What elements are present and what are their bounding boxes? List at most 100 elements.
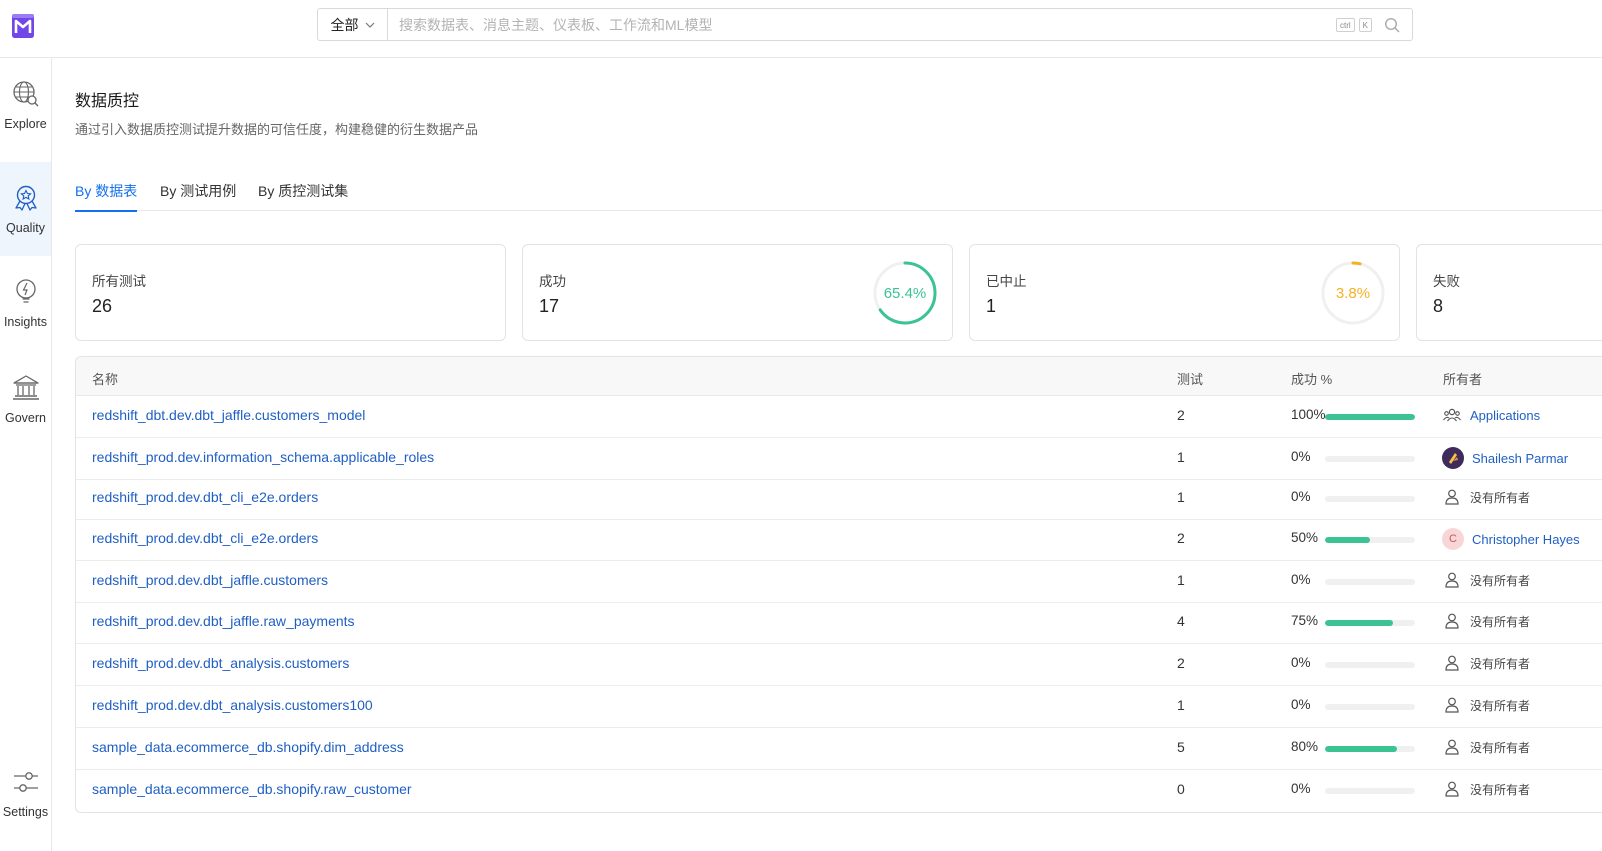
top-header: 全部 ctrl K	[0, 0, 1602, 58]
tests-count: 1	[1177, 572, 1185, 588]
tests-count: 5	[1177, 739, 1185, 755]
column-header-name[interactable]: 名称	[92, 369, 118, 388]
table-name-link[interactable]: redshift_prod.dev.dbt_analysis.customers…	[92, 697, 373, 713]
table-row: redshift_prod.dev.dbt_cli_e2e.orders 1 0…	[76, 478, 1602, 520]
success-percent: 100%	[1291, 407, 1326, 422]
success-percent: 0%	[1291, 449, 1311, 464]
aborted-progress-ring: 3.8%	[1321, 261, 1385, 325]
table-name-link[interactable]: redshift_prod.dev.dbt_analysis.customers	[92, 655, 349, 671]
page-title: 数据质控	[75, 93, 140, 110]
sidebar-item-settings[interactable]: Settings	[0, 746, 51, 840]
owner-name[interactable]: Applications	[1470, 408, 1540, 423]
owner-cell: Applications	[1442, 405, 1540, 425]
owner-name: 没有所有者	[1470, 614, 1531, 629]
table-row: sample_data.ecommerce_db.shopify.raw_cus…	[76, 770, 1602, 812]
card-aborted-value: 1	[986, 296, 997, 316]
success-progress-bar	[1325, 537, 1415, 543]
tables-quality-table: 名称 测试 成功 % 所有者 redshift_dbt.dev.dbt_jaff…	[75, 356, 1602, 813]
table-name-link[interactable]: redshift_prod.dev.dbt_cli_e2e.orders	[92, 530, 318, 546]
table-row: redshift_prod.dev.dbt_cli_e2e.orders 2 5…	[76, 519, 1602, 561]
card-failed: 失败 8	[1416, 244, 1602, 341]
insights-bulb-icon	[15, 279, 36, 303]
sidebar-label-settings: Settings	[2, 805, 49, 819]
owner-cell: 没有所有者	[1442, 737, 1530, 757]
team-icon	[1442, 405, 1462, 425]
shortcut-k-key: K	[1358, 18, 1372, 32]
tests-count: 1	[1177, 489, 1185, 505]
owner-name: 没有所有者	[1470, 782, 1531, 797]
page-description: 通过引入数据质控测试提升数据的可信任度，构建稳健的衍生数据产品	[75, 122, 479, 137]
app-logo-icon[interactable]	[9, 11, 37, 41]
table-name-link[interactable]: sample_data.ecommerce_db.shopify.raw_cus…	[92, 781, 412, 797]
card-all-tests-value: 26	[92, 296, 113, 316]
owner-cell: 没有所有者	[1442, 653, 1530, 673]
owner-avatar: C	[1442, 528, 1464, 550]
user-icon	[1442, 779, 1462, 799]
table-name-link[interactable]: sample_data.ecommerce_db.shopify.dim_add…	[92, 739, 404, 755]
table-row: redshift_prod.dev.dbt_analysis.customers…	[76, 644, 1602, 686]
owner-name[interactable]: Christopher Hayes	[1472, 532, 1580, 547]
search-icon[interactable]	[1384, 17, 1400, 33]
success-percent: 0%	[1291, 781, 1311, 796]
tests-count: 2	[1177, 655, 1185, 671]
owner-cell: 没有所有者	[1442, 611, 1530, 631]
table-name-link[interactable]: redshift_prod.dev.dbt_jaffle.raw_payment…	[92, 613, 355, 629]
success-progress-bar	[1325, 496, 1415, 502]
main-content: 数据质控 通过引入数据质控测试提升数据的可信任度，构建稳健的衍生数据产品 By …	[52, 58, 1602, 851]
user-icon	[1442, 695, 1462, 715]
tab-by-table[interactable]: By 数据表	[75, 181, 138, 212]
card-success-label: 成功	[539, 274, 566, 289]
card-all-tests-label: 所有测试	[92, 274, 146, 289]
owner-name: 没有所有者	[1470, 573, 1531, 588]
owner-name: 没有所有者	[1470, 490, 1531, 505]
owner-name: 没有所有者	[1470, 656, 1531, 671]
tests-count: 4	[1177, 613, 1185, 629]
sidebar-label-govern: Govern	[5, 411, 46, 425]
card-success-value: 17	[539, 296, 560, 316]
explore-globe-icon	[12, 81, 38, 107]
card-aborted: 已中止 1 3.8%	[969, 244, 1400, 341]
sidebar-item-govern[interactable]: Govern	[0, 352, 51, 446]
success-progress-bar	[1325, 456, 1415, 462]
column-header-owner[interactable]: 所有者	[1443, 369, 1482, 388]
table-row: redshift_prod.dev.dbt_jaffle.raw_payment…	[76, 602, 1602, 644]
success-ring-text: 65.4%	[884, 285, 927, 302]
column-header-tests[interactable]: 测试	[1177, 369, 1203, 388]
table-name-link[interactable]: redshift_prod.dev.dbt_jaffle.customers	[92, 572, 328, 588]
table-header: 名称 测试 成功 % 所有者	[76, 357, 1602, 396]
table-name-link[interactable]: redshift_prod.dev.information_schema.app…	[92, 449, 434, 465]
card-failed-value: 8	[1433, 296, 1444, 316]
success-progress-bar	[1325, 788, 1415, 794]
owner-cell: 没有所有者	[1442, 570, 1530, 590]
table-name-link[interactable]: redshift_dbt.dev.dbt_jaffle.customers_mo…	[92, 407, 365, 423]
table-row: redshift_prod.dev.dbt_jaffle.customers 1…	[76, 561, 1602, 603]
table-row: sample_data.ecommerce_db.shopify.dim_add…	[76, 728, 1602, 770]
chevron-down-icon	[365, 22, 374, 28]
tests-count: 2	[1177, 407, 1185, 423]
sidebar-item-quality[interactable]: Quality	[0, 162, 51, 256]
sidebar-item-explore[interactable]: Explore	[0, 58, 51, 152]
table-name-link[interactable]: redshift_prod.dev.dbt_cli_e2e.orders	[92, 489, 318, 505]
success-progress-fill	[1325, 414, 1415, 420]
search-input[interactable]	[388, 9, 1336, 40]
owner-avatar	[1442, 447, 1464, 469]
user-icon	[1442, 737, 1462, 757]
success-progress-fill	[1325, 746, 1397, 752]
tab-by-test-suite[interactable]: By 质控测试集	[258, 181, 348, 211]
user-icon	[1442, 653, 1462, 673]
success-progress-bar	[1325, 746, 1415, 752]
global-search: 全部 ctrl K	[317, 8, 1413, 41]
card-success: 成功 17 65.4%	[522, 244, 953, 341]
settings-sliders-icon	[13, 772, 38, 792]
sidebar-label-explore: Explore	[4, 117, 47, 131]
search-scope-select[interactable]: 全部	[318, 9, 388, 40]
column-header-success[interactable]: 成功 %	[1291, 369, 1332, 388]
user-icon	[1442, 570, 1462, 590]
user-icon	[1442, 487, 1462, 507]
success-percent: 0%	[1291, 655, 1311, 670]
owner-cell: C Christopher Hayes	[1442, 528, 1580, 550]
success-progress-ring: 65.4%	[873, 261, 937, 325]
owner-name[interactable]: Shailesh Parmar	[1472, 451, 1568, 466]
tab-by-test-case[interactable]: By 测试用例	[160, 181, 236, 211]
sidebar-item-insights[interactable]: Insights	[0, 256, 51, 350]
